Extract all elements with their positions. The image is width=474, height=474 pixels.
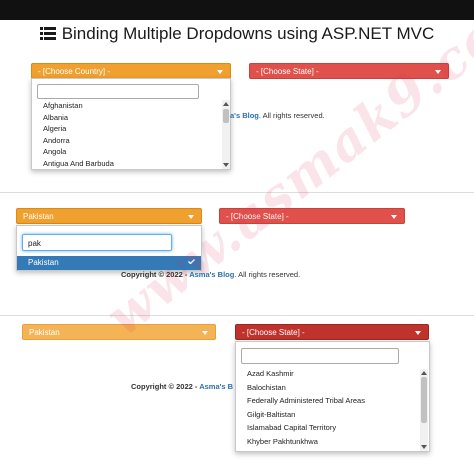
caret-down-icon: [391, 215, 397, 219]
list-icon: [39, 27, 56, 40]
page-title-text: Binding Multiple Dropdowns using ASP.NET…: [61, 24, 435, 43]
country-dropdown-3-label: Pakistan: [29, 328, 60, 337]
scroll-up-icon[interactable]: [223, 102, 229, 106]
country-dropdown-2-label: Pakistan: [23, 212, 54, 221]
country-list-scrollbar-1[interactable]: [222, 100, 230, 169]
footer-rest: . All rights reserved.: [258, 111, 325, 120]
country-dropdown-1-label: - [Choose Country] -: [38, 67, 111, 76]
selected-option-label: Pakistan: [28, 258, 59, 267]
country-dropdown-2[interactable]: Pakistan: [16, 208, 202, 224]
list-item[interactable]: Balochistan: [247, 383, 286, 392]
list-item[interactable]: Gilgit-Baltistan: [247, 410, 295, 419]
list-item[interactable]: Andorra: [43, 136, 70, 145]
footer-blog-link[interactable]: a's Blog: [230, 111, 259, 120]
country-search-input-2[interactable]: pak: [22, 234, 172, 251]
state-options-panel-3: Azad Kashmir Balochistan Federally Admin…: [235, 341, 430, 452]
country-dropdown-1[interactable]: - [Choose Country] -: [31, 63, 231, 79]
caret-down-icon: [188, 215, 194, 219]
footer-3: Copyright © 2022 - Asma's B: [131, 382, 233, 391]
country-options-panel-1: Afghanistan Albania Algeria Andorra Ango…: [31, 78, 231, 170]
footer-blog-link[interactable]: Asma's B: [199, 382, 233, 391]
state-list-scrollbar-3[interactable]: [420, 369, 428, 451]
scroll-thumb[interactable]: [421, 377, 427, 423]
top-nav-bar: [0, 0, 474, 20]
footer-1: a's Blog. All rights reserved.: [230, 111, 325, 120]
scroll-down-icon[interactable]: [421, 445, 427, 449]
divider: [0, 315, 474, 316]
list-item[interactable]: Angola: [43, 147, 66, 156]
state-dropdown-3-label: - [Choose State] -: [242, 328, 305, 337]
list-item[interactable]: Islamabad Capital Territory: [247, 423, 336, 432]
list-item[interactable]: Khyber Pakhtunkhwa: [247, 437, 318, 446]
country-search-input-1[interactable]: [37, 84, 199, 99]
list-item[interactable]: Albania: [43, 113, 68, 122]
state-dropdown-1-label: - [Choose State] -: [256, 67, 319, 76]
scroll-down-icon[interactable]: [223, 163, 229, 167]
list-item[interactable]: Afghanistan: [43, 101, 83, 110]
caret-down-icon: [202, 331, 208, 335]
watermark: www.asmak9.com: [95, 0, 474, 349]
page-title: Binding Multiple Dropdowns using ASP.NET…: [0, 20, 474, 48]
list-item[interactable]: Antigua And Barbuda: [43, 159, 114, 168]
scroll-thumb[interactable]: [223, 109, 229, 123]
list-item[interactable]: Azad Kashmir: [247, 369, 294, 378]
footer-copyright: Copyright © 2022 -: [131, 382, 200, 391]
list-item[interactable]: Federally Administered Tribal Areas: [247, 396, 365, 405]
list-item[interactable]: Algeria: [43, 124, 66, 133]
caret-down-icon: [217, 70, 223, 74]
state-dropdown-3[interactable]: - [Choose State] -: [235, 324, 429, 340]
state-search-input-3[interactable]: [241, 348, 399, 364]
scroll-up-icon[interactable]: [421, 371, 427, 375]
footer-rest: . All rights reserved.: [234, 270, 301, 279]
caret-down-icon: [415, 331, 421, 335]
